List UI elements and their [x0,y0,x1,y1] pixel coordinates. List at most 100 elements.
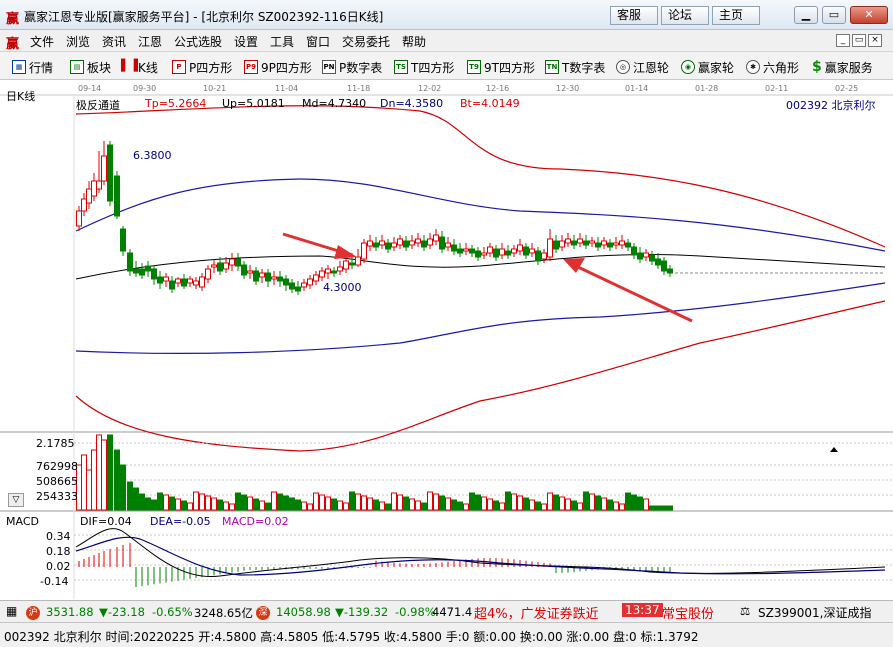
candle-body [457,248,463,254]
mdi-restore-button[interactable]: ▭ [852,34,866,47]
tool-kline[interactable]: ▌▐ K线 [121,58,158,76]
menu-info[interactable]: 资讯 [102,33,126,50]
macd-dea-line [75,536,886,576]
sz-index-value: 14058.98 [276,605,331,619]
date-tick: 11-04 [275,84,298,93]
candle-body [289,282,295,290]
grid-menu-icon[interactable]: ▦ [6,604,17,618]
menu-window[interactable]: 窗口 [306,33,330,50]
channel-tp-line [75,105,886,248]
menu-file[interactable]: 文件 [30,33,54,50]
candle-body [595,242,601,248]
candle-body [91,180,97,197]
forum-button[interactable]: 论坛 [661,6,709,25]
tool-9t-square[interactable]: T9 9T四方形 [467,58,535,76]
candle-body [415,238,421,244]
date-tick: 01-28 [695,84,718,93]
volume-bar [451,499,457,511]
tool-kline-label: K线 [138,60,158,75]
volume-bar [295,499,301,511]
menu-logo-icon: 赢 [6,37,20,52]
sz-index-badge: 深 [256,604,270,620]
date-tick: 09-14 [78,84,101,93]
candle-body [301,282,307,288]
candle-body [571,240,577,246]
menu-trade[interactable]: 交易委托 [342,33,390,50]
minimize-button[interactable]: ▁ [794,6,818,24]
volume-bar [235,492,241,511]
candle-body [487,246,493,254]
tool-t-table[interactable]: TN T数字表 [545,58,605,76]
restore-button[interactable]: ▭ [822,6,846,24]
volume-bar [397,494,403,511]
date-tick: 02-25 [835,84,858,93]
volume-bar [259,500,265,511]
volume-bar [271,491,277,511]
candle-body [139,268,145,276]
candle-body [271,276,277,280]
candle-body [145,265,151,272]
right-index-code[interactable]: SZ399001,深证成指 [758,604,871,621]
volume-bar [613,501,619,511]
candle-body [553,240,559,250]
volume-bar [505,491,511,511]
scale-icon[interactable]: ⚖ [740,604,750,618]
candle-body [631,246,637,256]
tool-t-square[interactable]: TS T四方形 [394,58,454,76]
news-stock[interactable]: 常宝股份 [662,603,714,622]
volume-bar [379,501,385,511]
candle-body [319,270,325,278]
menu-gann[interactable]: 江恩 [138,33,162,50]
candle-body [247,270,253,274]
volume-bar [373,499,379,511]
sh-index-amount: 3248.65亿 [194,606,254,620]
grid-icon: ▦ [12,60,26,74]
date-tick: 12-30 [556,84,579,93]
tool-p-table[interactable]: PN P数字表 [322,58,382,76]
candle-body [625,242,631,248]
date-tick: 10-21 [203,84,226,93]
volume-bar [427,491,433,511]
tool-9p-square[interactable]: P9 9P四方形 [244,58,312,76]
volume-bar [649,505,655,511]
volume-bar [535,501,541,511]
tool-winner-wheel[interactable]: ◉ 赢家轮 [681,58,734,76]
candle-body [175,278,181,284]
candle-body [151,268,157,280]
homepage-button[interactable]: 主页 [712,6,760,25]
mdi-minimize-button[interactable]: _ [836,34,850,47]
candle-body [493,248,499,258]
volume-bar [277,493,283,511]
candle-body [349,262,355,266]
volume-bar [355,493,361,511]
menu-help[interactable]: 帮助 [402,33,426,50]
mdi-close-button[interactable]: × [868,34,882,47]
tool-quotes[interactable]: ▦ 行情 [12,58,53,76]
close-button[interactable]: ✕ [850,6,888,24]
news-ticker[interactable]: 超4%，广发证券跌近 [474,603,599,622]
tool-sectors[interactable]: ▤ 板块 [70,58,111,76]
chart-area[interactable]: 09-14 09-30 10-21 11-04 11-18 12-02 12-16 12-30… [0,81,893,599]
customer-service-button[interactable]: 客服 [610,6,658,25]
candle-body [409,240,415,246]
tool-gann-wheel[interactable]: ◎ 江恩轮 [616,58,669,76]
volume-bar [151,499,157,511]
candle-body [76,210,82,227]
collapse-panel-button[interactable]: ▽ [8,493,24,507]
volume-bar [127,481,133,511]
menu-tools[interactable]: 工具 [270,33,294,50]
menu-formula[interactable]: 公式选股 [174,33,222,50]
menu-settings[interactable]: 设置 [234,33,258,50]
volume-bar [655,505,661,511]
menu-browse[interactable]: 浏览 [66,33,90,50]
tool-p-square[interactable]: P P四方形 [172,58,232,76]
volume-max-marker [830,447,838,452]
volume-bar [445,497,451,511]
tool-9p-square-label: 9P四方形 [261,60,312,75]
volume-tick-max: 2.1785 [36,437,75,450]
candle-body [295,286,301,292]
tool-p-table-label: P数字表 [339,60,383,75]
candle-body [505,250,511,256]
tool-service[interactable]: $ 赢家服务 [812,58,873,76]
tool-hexagon[interactable]: ✱ 六角形 [746,58,799,76]
